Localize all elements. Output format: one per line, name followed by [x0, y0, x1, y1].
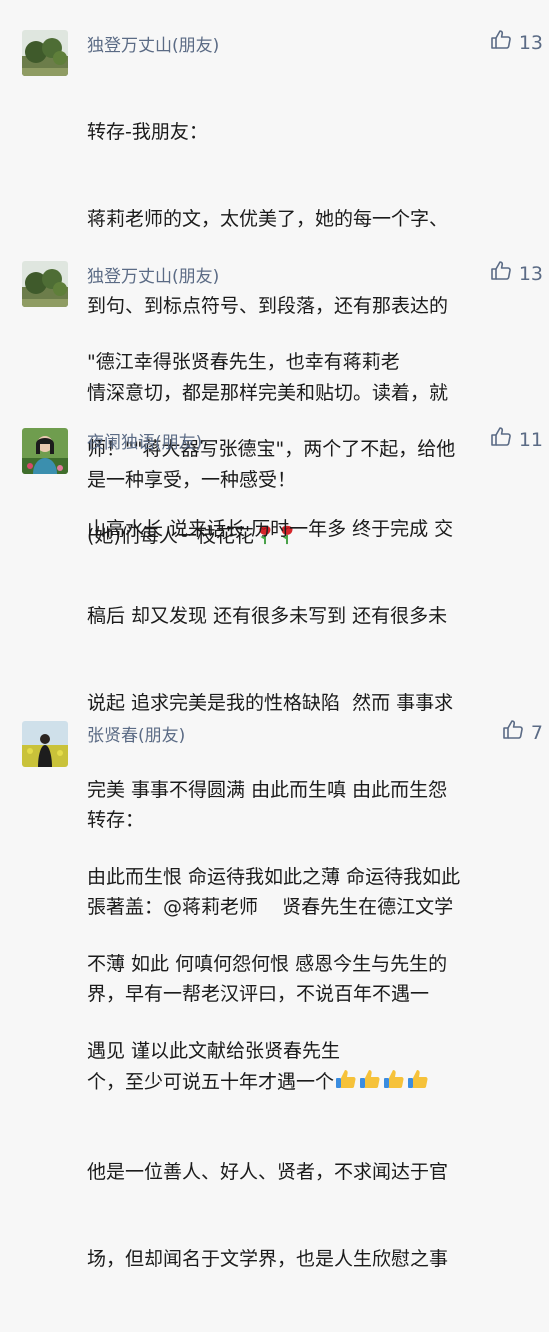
- comment-feed: 独登万丈山(朋友) 13 转存-我朋友： 蒋莉老师的文，太优美了，她的每一个字、…: [0, 0, 549, 1270]
- like-button[interactable]: 13: [489, 28, 543, 57]
- thumbs-up-emoji-icon: [382, 1067, 406, 1100]
- thumbs-up-emoji-icon: [334, 1067, 358, 1100]
- comment-text: 转存： 張著盖：@蒋莉老师 贤春先生在德江文学 界，早有一帮老汉评曰，不说百年不…: [87, 748, 542, 1332]
- comment-line: 个，至少可说五十年才遇一个: [87, 1067, 542, 1100]
- comment-line: 蒋莉老师的文，太优美了，她的每一个字、: [87, 208, 449, 230]
- comment-line: 转存：: [87, 809, 145, 831]
- commenter-name[interactable]: 张贤春(朋友): [87, 721, 185, 746]
- thumbs-up-emoji-icon: [358, 1067, 382, 1100]
- thumbs-up-outline-icon: [489, 28, 513, 57]
- avatar[interactable]: [22, 30, 68, 76]
- comment-line: 山高水长 说来话长 历时一年多 终于完成 交: [87, 518, 454, 540]
- comment-line: 说起 追求完美是我的性格缺陷 然而 事事求: [87, 692, 454, 714]
- avatar[interactable]: [22, 721, 68, 767]
- like-count: 7: [530, 721, 543, 744]
- like-button[interactable]: 7: [501, 718, 543, 747]
- comment-line: 转存-我朋友：: [87, 121, 208, 143]
- thumbs-up-emoji-icon: [406, 1067, 430, 1100]
- commenter-name[interactable]: 独登万丈山(朋友): [87, 31, 219, 56]
- thumbs-up-outline-icon: [489, 425, 513, 454]
- thumbs-up-outline-icon: [501, 718, 525, 747]
- comment-line: 他是一位善人、好人、贤者，不求闻达于官: [87, 1161, 449, 1183]
- comment-line: 張著盖：@蒋莉老师 贤春先生在德江文学: [87, 896, 454, 918]
- like-button[interactable]: 11: [489, 425, 543, 454]
- comment-line: "德江幸得张贤春先生，也幸有蒋莉老: [87, 351, 400, 373]
- like-count: 11: [518, 428, 543, 451]
- like-button[interactable]: 13: [489, 259, 543, 288]
- avatar[interactable]: [22, 428, 68, 474]
- like-count: 13: [518, 31, 543, 54]
- comment-line: 场，但却闻名于文学界，也是人生欣慰之事: [87, 1248, 449, 1270]
- comment-line: 稿后 却又发现 还有很多未写到 还有很多未: [87, 605, 448, 627]
- comment-line: 界，早有一帮老汉评曰，不说百年不遇一: [87, 983, 430, 1005]
- thumbs-up-outline-icon: [489, 259, 513, 288]
- comment-line-text: 个，至少可说五十年才遇一个: [87, 1071, 335, 1093]
- commenter-name[interactable]: 夜阑独语(朋友): [87, 428, 202, 453]
- avatar[interactable]: [22, 261, 68, 307]
- like-count: 13: [518, 262, 543, 285]
- commenter-name[interactable]: 独登万丈山(朋友): [87, 262, 219, 287]
